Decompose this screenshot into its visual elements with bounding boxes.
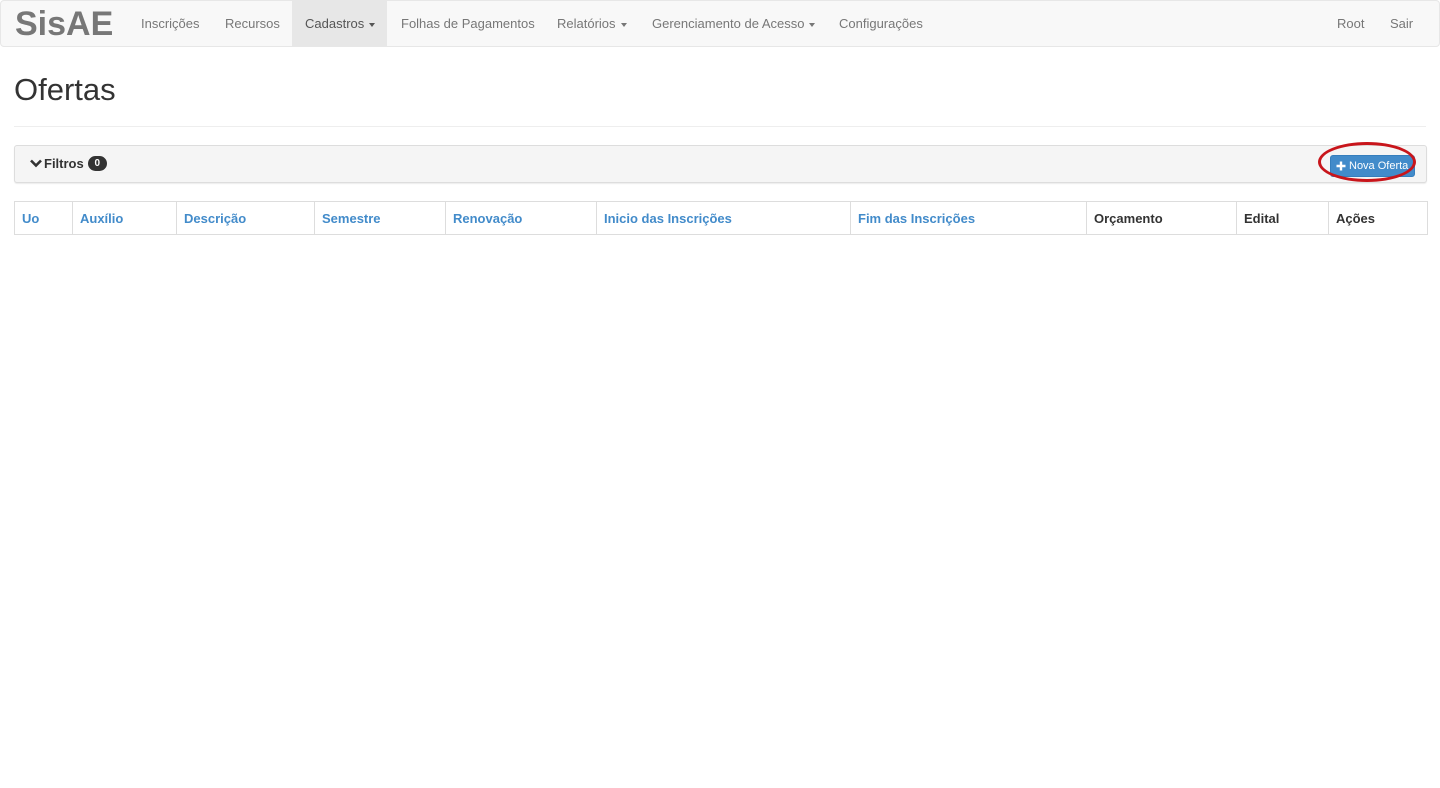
caret-down-icon bbox=[620, 22, 627, 27]
column-header-edital: Edital bbox=[1236, 201, 1329, 235]
nav-item-gerenciamento-de-acesso[interactable]: Gerenciamento de Acesso bbox=[639, 1, 828, 46]
nav-item-root[interactable]: Root bbox=[1324, 1, 1377, 46]
table-header-row: Uo Auxílio Descrição Semestre Renovação … bbox=[14, 201, 1428, 235]
column-header-renovacao[interactable]: Renovação bbox=[445, 201, 597, 235]
nav-item-configuracoes[interactable]: Configurações bbox=[826, 1, 936, 46]
nav-item-folhas-de-pagamentos[interactable]: Folhas de Pagamentos bbox=[387, 1, 549, 46]
new-offer-label: Nova Oferta bbox=[1349, 160, 1409, 172]
new-offer-button[interactable]: Nova Oferta bbox=[1330, 155, 1416, 177]
nav-item-relatorios[interactable]: Relatórios bbox=[544, 1, 640, 46]
column-header-fim-inscricoes[interactable]: Fim das Inscrições bbox=[850, 201, 1087, 235]
plus-icon bbox=[1336, 161, 1346, 171]
nav-item-cadastros[interactable]: Cadastros bbox=[292, 1, 387, 46]
nav-item-label: Relatórios bbox=[557, 16, 616, 31]
column-header-orcamento: Orçamento bbox=[1086, 201, 1237, 235]
nav-item-label: Recursos bbox=[225, 16, 280, 31]
page-title: Ofertas bbox=[14, 72, 116, 107]
title-divider bbox=[14, 126, 1426, 127]
caret-down-icon bbox=[809, 22, 816, 27]
nav-item-inscricoes[interactable]: Inscrições bbox=[128, 1, 213, 46]
offers-table: Uo Auxílio Descrição Semestre Renovação … bbox=[14, 201, 1428, 235]
filters-panel: Filtros 0 Nova Oferta bbox=[14, 145, 1427, 183]
chevron-down-icon bbox=[30, 159, 42, 168]
top-navbar: SisAE Inscrições Recursos Cadastros Folh… bbox=[0, 0, 1440, 47]
nav-item-label: Inscrições bbox=[141, 16, 200, 31]
column-header-descricao[interactable]: Descrição bbox=[176, 201, 315, 235]
filters-toggle[interactable]: Filtros 0 bbox=[30, 156, 107, 171]
filters-count-badge: 0 bbox=[87, 156, 107, 171]
column-header-inicio-inscricoes[interactable]: Inicio das Inscrições bbox=[596, 201, 851, 235]
nav-item-label: Root bbox=[1337, 16, 1365, 31]
nav-item-sair[interactable]: Sair bbox=[1377, 1, 1426, 46]
column-header-acoes: Ações bbox=[1328, 201, 1428, 235]
column-header-uo[interactable]: Uo bbox=[14, 201, 73, 235]
filters-label: Filtros bbox=[44, 156, 84, 171]
nav-item-recursos[interactable]: Recursos bbox=[211, 1, 294, 46]
caret-down-icon bbox=[369, 22, 376, 27]
nav-item-label: Configurações bbox=[839, 16, 923, 31]
nav-item-label: Sair bbox=[1390, 16, 1414, 31]
column-header-semestre[interactable]: Semestre bbox=[314, 201, 446, 235]
nav-item-label: Gerenciamento de Acesso bbox=[652, 16, 805, 31]
nav-item-label: Folhas de Pagamentos bbox=[401, 16, 535, 31]
nav-item-label: Cadastros bbox=[305, 16, 365, 31]
column-header-auxilio[interactable]: Auxílio bbox=[72, 201, 177, 235]
brand-logo[interactable]: SisAE bbox=[15, 5, 113, 43]
